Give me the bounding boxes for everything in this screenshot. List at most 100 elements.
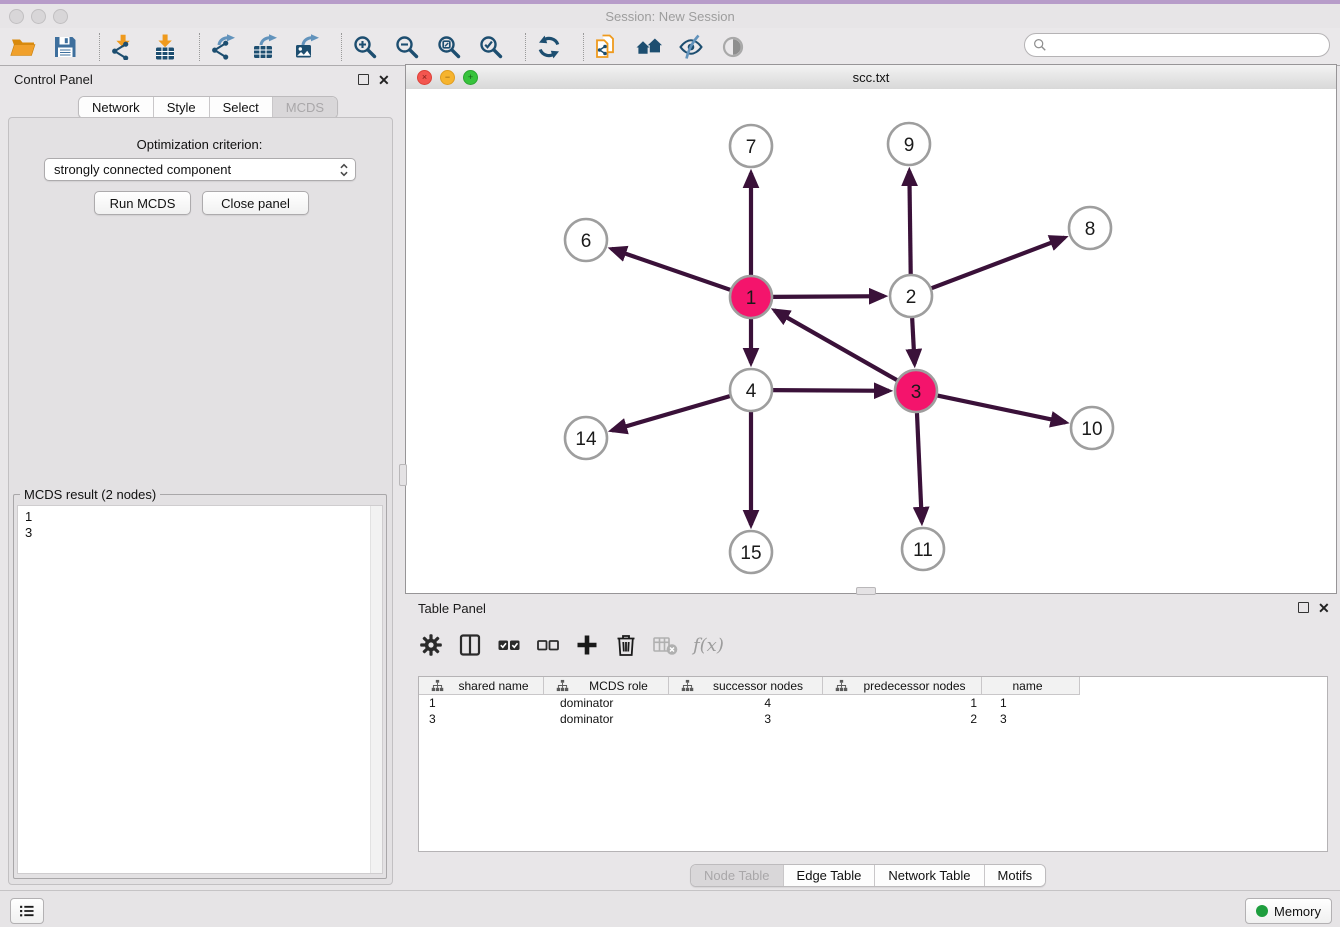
task-history-button[interactable]: [10, 898, 44, 924]
column-hierarchy-icon: [835, 679, 848, 692]
network-window-titlebar[interactable]: × − + scc.txt: [406, 65, 1336, 90]
tab-motifs[interactable]: Motifs: [984, 865, 1046, 886]
table-row[interactable]: 3dominator323: [419, 711, 1327, 727]
zoom-fit-icon[interactable]: [434, 32, 464, 62]
graph-node-7[interactable]: 7: [730, 125, 772, 167]
hide-selected-icon[interactable]: [676, 32, 706, 62]
tab-network[interactable]: Network: [79, 97, 153, 118]
memory-button[interactable]: Memory: [1245, 898, 1332, 924]
graph-node-1[interactable]: 1: [730, 276, 772, 318]
import-table-icon[interactable]: [150, 32, 180, 62]
graph-node-label: 11: [913, 540, 933, 561]
gear-icon[interactable]: [418, 631, 444, 659]
graph-node-6[interactable]: 6: [565, 219, 607, 261]
float-table-panel-icon[interactable]: [1298, 602, 1309, 613]
select-stepper-icon: [337, 160, 351, 180]
tab-style[interactable]: Style: [153, 97, 209, 118]
zoom-view-button[interactable]: +: [463, 70, 478, 85]
column-header-successor-nodes[interactable]: successor nodes: [669, 677, 823, 695]
mcds-result-list[interactable]: 1 3: [17, 505, 383, 874]
tab-edge-table[interactable]: Edge Table: [783, 865, 875, 886]
graph-edge-3-11[interactable]: [917, 413, 922, 522]
graph-node-14[interactable]: 14: [565, 417, 607, 459]
memory-status-icon: [1256, 905, 1268, 917]
close-panel-button[interactable]: Close panel: [202, 191, 309, 215]
save-session-icon[interactable]: [50, 32, 80, 62]
graph-node-label: 15: [740, 543, 761, 564]
mcds-result-title: MCDS result (2 nodes): [20, 487, 160, 502]
graph-edge-2-9[interactable]: [909, 171, 910, 274]
close-view-button[interactable]: ×: [417, 70, 432, 85]
export-table-icon[interactable]: [250, 32, 280, 62]
graph-node-label: 6: [581, 231, 592, 252]
toolbar-separator: [99, 33, 101, 61]
search-field[interactable]: [1024, 33, 1330, 57]
graph-edge-2-3[interactable]: [912, 318, 914, 364]
table-cell[interactable]: 1: [823, 696, 982, 710]
export-network-icon[interactable]: [208, 32, 238, 62]
window-title: Session: New Session: [0, 9, 1340, 24]
graph-edge-1-2[interactable]: [773, 296, 884, 297]
network-canvas[interactable]: 7 9 6 8 1 2 4 3 14 10 15 11: [406, 89, 1336, 593]
table-cell[interactable]: 2: [823, 712, 982, 726]
tab-select[interactable]: Select: [209, 97, 272, 118]
minimize-view-button[interactable]: −: [440, 70, 455, 85]
criterion-select[interactable]: strongly connected component: [44, 158, 356, 181]
add-column-icon[interactable]: [574, 631, 600, 659]
column-header-shared-name[interactable]: shared name: [419, 677, 544, 695]
graph-edge-2-8[interactable]: [932, 238, 1065, 289]
search-input[interactable]: [1052, 37, 1321, 54]
open-session-icon[interactable]: [8, 32, 38, 62]
deselect-all-rows-icon[interactable]: [535, 631, 561, 659]
main-toolbar: [0, 28, 1340, 66]
tab-mcds[interactable]: MCDS: [272, 97, 337, 118]
zoom-out-icon[interactable]: [392, 32, 422, 62]
graph-edge-4-14[interactable]: [612, 396, 730, 430]
zoom-selected-icon[interactable]: [476, 32, 506, 62]
graph-node-10[interactable]: 10: [1071, 407, 1113, 449]
graph-edge-1-6[interactable]: [612, 249, 731, 290]
table-cell[interactable]: 1: [982, 696, 1080, 710]
graph-node-9[interactable]: 9: [888, 123, 930, 165]
run-mcds-button[interactable]: Run MCDS: [94, 191, 191, 215]
splitter-grip-vertical[interactable]: [399, 464, 407, 486]
column-header-MCDS-role[interactable]: MCDS role: [544, 677, 669, 695]
columns-icon[interactable]: [457, 631, 483, 659]
graph-node-4[interactable]: 4: [730, 369, 772, 411]
delete-column-icon[interactable]: [613, 631, 639, 659]
table-cell[interactable]: 3: [419, 712, 544, 726]
zoom-in-icon[interactable]: [350, 32, 380, 62]
graph-node-11[interactable]: 11: [902, 528, 944, 570]
graph-edge-4-3[interactable]: [773, 390, 889, 391]
table-cell[interactable]: 4: [669, 696, 823, 710]
import-network-icon[interactable]: [108, 32, 138, 62]
table-panel-title: Table Panel: [418, 601, 486, 616]
select-all-rows-icon[interactable]: [496, 631, 522, 659]
new-network-from-selection-icon[interactable]: [592, 32, 622, 62]
table-cell[interactable]: dominator: [544, 696, 669, 710]
graph-node-3[interactable]: 3: [895, 370, 937, 412]
refresh-icon[interactable]: [534, 32, 564, 62]
graph-node-8[interactable]: 8: [1069, 207, 1111, 249]
close-table-panel-icon[interactable]: ✕: [1318, 603, 1330, 613]
column-header-predecessor-nodes[interactable]: predecessor nodes: [823, 677, 982, 695]
column-header-name[interactable]: name: [982, 677, 1080, 695]
splitter-grip-horizontal[interactable]: [856, 587, 876, 595]
tab-network-table[interactable]: Network Table: [874, 865, 983, 886]
graph-node-15[interactable]: 15: [730, 531, 772, 573]
table-cell[interactable]: 3: [982, 712, 1080, 726]
export-image-icon[interactable]: [292, 32, 322, 62]
graph-node-2[interactable]: 2: [890, 275, 932, 317]
table-row[interactable]: 1dominator411: [419, 695, 1327, 711]
tab-node-table[interactable]: Node Table: [691, 865, 783, 886]
table-cell[interactable]: 3: [669, 712, 823, 726]
result-scrollbar[interactable]: [370, 506, 382, 873]
column-hierarchy-icon: [556, 679, 569, 692]
close-panel-icon[interactable]: ✕: [378, 75, 390, 85]
first-neighbors-icon[interactable]: [634, 32, 664, 62]
table-cell[interactable]: 1: [419, 696, 544, 710]
graph-edge-3-10[interactable]: [938, 396, 1066, 423]
table-cell[interactable]: dominator: [544, 712, 669, 726]
float-panel-icon[interactable]: [358, 74, 369, 85]
graph-edge-3-1[interactable]: [774, 310, 896, 380]
